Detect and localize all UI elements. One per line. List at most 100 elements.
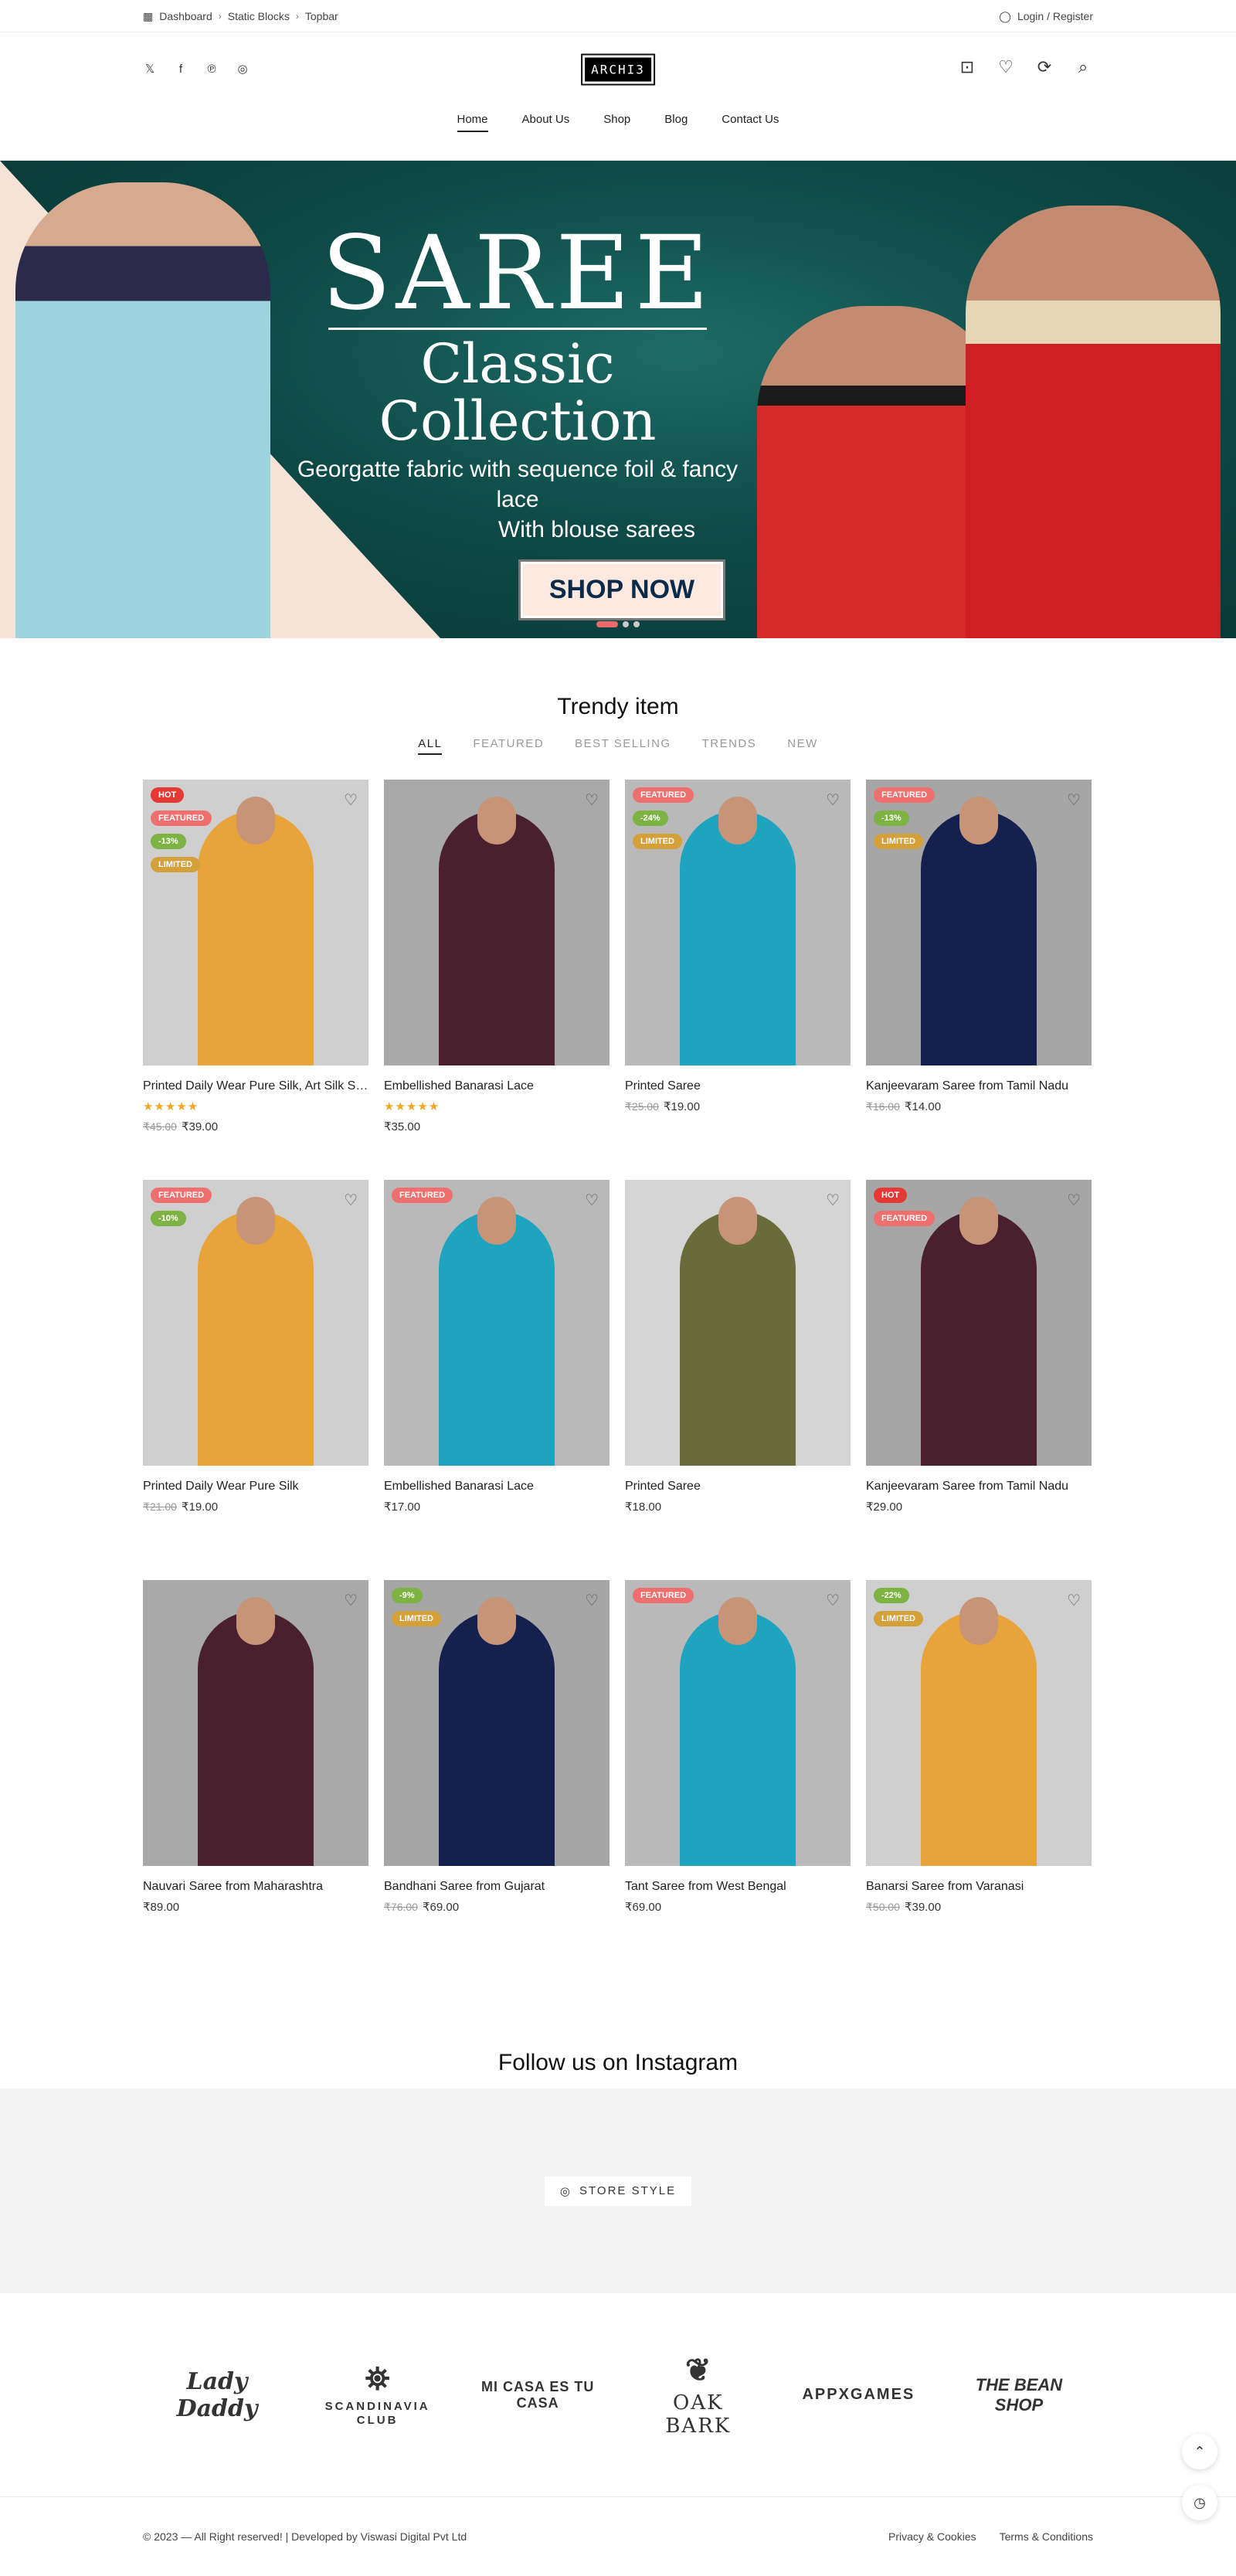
terms-conditions-link[interactable]: Terms & Conditions [1000,2530,1093,2543]
product-card[interactable]: HOT FEATURED ♡ Kanjeevaram Saree from Tamil… [866,1180,1092,1580]
product-badge: FEATURED [633,1588,694,1603]
product-card[interactable]: -9% LIMITED ♡ Bandhani Saree from Gujarat ₹7… [384,1580,610,1951]
saree-figure [680,1211,796,1466]
old-price: ₹45.00 [143,1120,177,1133]
instagram-icon[interactable]: ◎ [236,62,250,76]
store-style-button[interactable]: ◎ STORE STYLE [544,2176,692,2206]
model-face [959,1597,998,1645]
brand-logo-appxgames[interactable]: APPXGAMES [796,2386,920,2404]
tab-trends[interactable]: TRENDS [702,737,757,755]
wishlist-heart-icon[interactable]: ♡ [585,790,599,810]
model-face [718,797,757,845]
product-name[interactable]: Printed Daily Wear Pure Silk, Art Silk S… [143,1079,368,1093]
product-name[interactable]: Printed Saree [625,1079,851,1093]
wishlist-heart-icon[interactable]: ♡ [1067,1591,1081,1610]
product-image[interactable]: FEATURED ♡ [625,1580,851,1866]
brand-logo-oak-bark[interactable]: ❦ OAK BARK [637,2353,760,2438]
tab-all[interactable]: ALL [418,737,443,755]
tab-best-selling[interactable]: BEST SELLING [575,737,671,755]
crumb-dashboard[interactable]: Dashboard [159,10,212,22]
product-name[interactable]: Bandhani Saree from Gujarat [384,1880,610,1894]
product-name[interactable]: Printed Saree [625,1480,851,1494]
brand-logo-bean-shop[interactable]: THE BEAN SHOP [957,2375,1081,2415]
product-card[interactable]: FEATURED -24% LIMITED ♡ Printed Saree ₹25.00 ₹… [625,780,851,1180]
product-name[interactable]: Nauvari Saree from Maharashtra [143,1880,368,1894]
product-badge: FEATURED [633,787,694,803]
facebook-icon[interactable]: f [174,62,188,76]
wishlist-heart-icon[interactable]: ♡ [1067,1191,1081,1210]
product-image[interactable]: HOT FEATURED -13% LIMITED ♡ [143,780,368,1065]
product-name[interactable]: Kanjeevaram Saree from Tamil Nadu [866,1480,1092,1494]
recently-viewed-button[interactable]: ◷ [1182,2485,1217,2520]
wishlist-heart-icon[interactable]: ♡ [585,1191,599,1210]
product-name[interactable]: Banarsi Saree from Varanasi [866,1880,1092,1894]
login-register-link[interactable]: ◯ Login / Register [999,10,1093,23]
product-card[interactable]: FEATURED -13% LIMITED ♡ Kanjeevaram Saree fr… [866,780,1092,1180]
product-badge: LIMITED [874,1611,923,1626]
slider-dot-3[interactable] [633,621,640,627]
saree-figure [921,1211,1037,1466]
product-name[interactable]: Kanjeevaram Saree from Tamil Nadu [866,1079,1092,1093]
product-name[interactable]: Tant Saree from West Bengal [625,1880,851,1894]
product-card[interactable]: FEATURED ♡ Embellished Banarasi Lace ₹17.00 [384,1180,610,1580]
product-name[interactable]: Printed Daily Wear Pure Silk [143,1480,368,1494]
product-name[interactable]: Embellished Banarasi Lace [384,1079,610,1093]
product-image[interactable]: ♡ [625,1180,851,1466]
product-image[interactable]: HOT FEATURED ♡ [866,1180,1092,1466]
product-name[interactable]: Embellished Banarasi Lace [384,1480,610,1494]
product-badge: FEATURED [874,1211,935,1226]
nav-contact-us[interactable]: Contact Us [722,113,779,132]
wishlist-heart-icon[interactable]: ♡ [585,1591,599,1610]
wishlist-heart-icon[interactable]: ♡ [344,1591,358,1610]
product-card[interactable]: FEATURED -10% ♡ Printed Daily Wear Pure Sil… [143,1180,368,1580]
crumb-static-blocks[interactable]: Static Blocks [228,10,290,22]
nav-blog[interactable]: Blog [664,113,688,132]
product-card[interactable]: ♡ Embellished Banarasi Lace ★★★★★ ₹35.00 [384,780,610,1180]
product-image[interactable]: FEATURED ♡ [384,1180,610,1466]
brand-logo-lady-daddy[interactable]: Lady Daddy [155,2368,279,2422]
site-logo[interactable]: ARCHI3 [581,53,655,86]
slider-dot-1[interactable] [596,621,618,627]
product-image[interactable]: FEATURED -24% LIMITED ♡ [625,780,851,1065]
pinterest-icon[interactable]: ℗ [205,62,219,76]
saree-figure [921,811,1037,1065]
tab-new[interactable]: NEW [787,737,818,755]
product-badge: -10% [151,1211,186,1226]
product-image[interactable]: -22% LIMITED ♡ [866,1580,1092,1866]
brand-logo-mi-casa[interactable]: MI CASA ES TU CASA [476,2379,599,2411]
scroll-to-top-button[interactable]: ⌃ [1182,2434,1217,2469]
cart-icon[interactable]: ⊡ [957,57,977,77]
wishlist-heart-icon[interactable]: ♡ [1067,790,1081,810]
slider-dot-2[interactable] [623,621,629,627]
product-card[interactable]: ♡ Nauvari Saree from Maharashtra ₹89.00 [143,1580,368,1951]
compare-icon[interactable]: ⟳ [1034,57,1054,77]
wishlist-heart-icon[interactable]: ♡ [826,1591,840,1610]
wishlist-heart-icon[interactable]: ♡ [826,790,840,810]
privacy-cookies-link[interactable]: Privacy & Cookies [888,2530,976,2543]
site-header: 𝕏 f ℗ ◎ ARCHI3 ⊡ ♡ ⟳ ⌕ Home About Us Sho… [0,32,1236,161]
product-image[interactable]: ♡ [143,1580,368,1866]
product-rating: ★★★★★ [384,1100,440,1113]
nav-home[interactable]: Home [457,113,488,132]
product-image[interactable]: FEATURED -13% LIMITED ♡ [866,780,1092,1065]
product-card[interactable]: -22% LIMITED ♡ Banarsi Saree from Varanasi ₹… [866,1580,1092,1951]
nav-shop[interactable]: Shop [603,113,630,132]
product-image[interactable]: -9% LIMITED ♡ [384,1580,610,1866]
product-badges: -9% LIMITED [392,1588,441,1626]
search-icon[interactable]: ⌕ [1073,57,1093,77]
wishlist-heart-icon[interactable]: ♡ [344,1191,358,1210]
wishlist-heart-icon[interactable]: ♡ [996,57,1016,77]
wishlist-heart-icon[interactable]: ♡ [826,1191,840,1210]
product-card[interactable]: HOT FEATURED -13% LIMITED ♡ Printed Daily Wea… [143,780,368,1180]
wishlist-heart-icon[interactable]: ♡ [344,790,358,810]
product-card[interactable]: FEATURED ♡ Tant Saree from West Bengal ₹69.… [625,1580,851,1951]
x-twitter-icon[interactable]: 𝕏 [143,62,157,76]
brand-logo-scandinavia[interactable]: ⛯ SCANDINAVIA CLUB [316,2362,440,2428]
shop-now-button[interactable]: SHOP NOW [518,559,726,620]
tab-featured[interactable]: FEATURED [473,737,544,755]
product-card[interactable]: ♡ Printed Saree ₹18.00 [625,1180,851,1580]
product-image[interactable]: FEATURED -10% ♡ [143,1180,368,1466]
product-image[interactable]: ♡ [384,780,610,1065]
nav-about-us[interactable]: About Us [522,113,570,132]
login-register-label: Login / Register [1017,10,1093,22]
